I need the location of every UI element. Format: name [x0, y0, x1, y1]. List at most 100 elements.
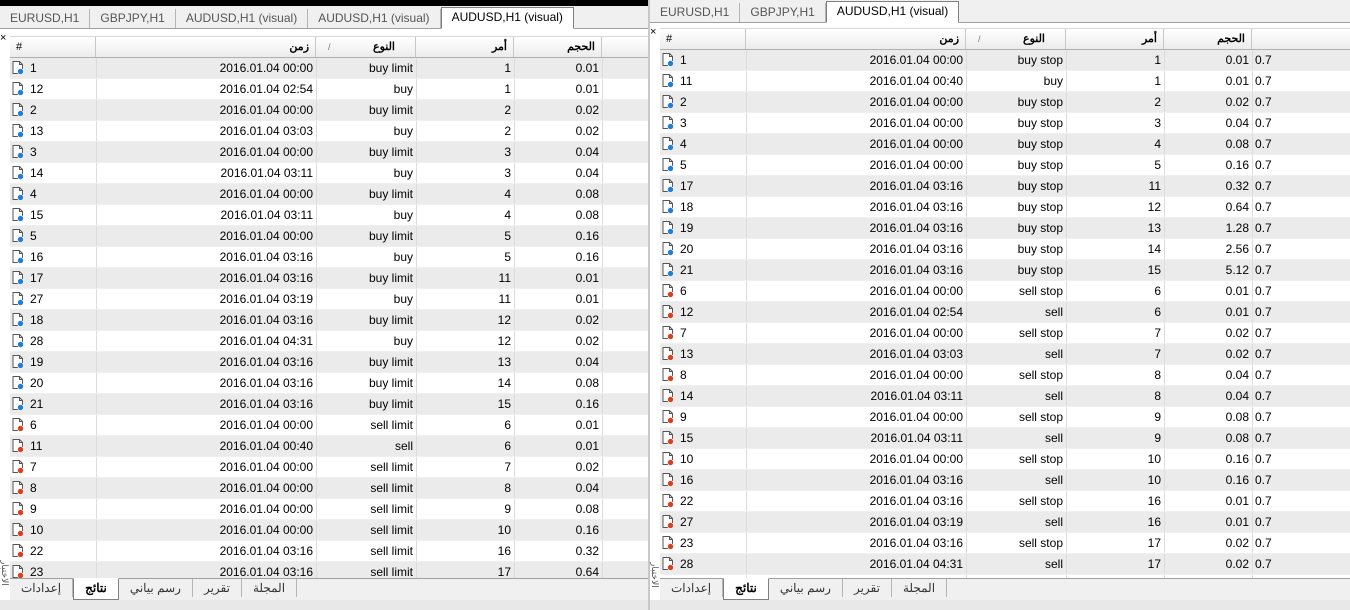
table-row[interactable]: 22 2016.01.04 03:16 sell stop 16 0.01 0.7 — [660, 491, 1350, 512]
tab-report[interactable]: تقرير — [193, 579, 242, 597]
tab-settings[interactable]: إعدادات — [10, 579, 74, 597]
table-row[interactable]: 6 2016.01.04 00:00 sell stop 6 0.01 0.7 — [660, 281, 1350, 302]
table-row[interactable]: 20 2016.01.04 03:16 buy limit 14 0.08 — [10, 373, 648, 394]
table-row[interactable]: 17 2016.01.04 03:16 buy limit 11 0.01 — [10, 268, 648, 289]
table-row[interactable]: 28 2016.01.04 04:31 sell 17 0.02 0.7 — [660, 554, 1350, 575]
tab-graph[interactable]: رسم بياني — [769, 579, 843, 597]
table-row[interactable]: 12 2016.01.04 02:54 sell 6 0.01 0.7 — [660, 302, 1350, 323]
table-row[interactable]: 15 2016.01.04 03:11 buy 4 0.08 — [10, 205, 648, 226]
table-row[interactable]: 19 2016.01.04 03:16 buy stop 13 1.28 0.7 — [660, 218, 1350, 239]
table-row[interactable]: 18 2016.01.04 03:16 buy stop 12 0.64 0.7 — [660, 197, 1350, 218]
table-row[interactable]: 11 2016.01.04 00:40 sell 6 0.01 — [10, 436, 648, 457]
tab-settings[interactable]: إعدادات — [660, 579, 724, 597]
cell-id: 3 — [660, 113, 747, 133]
table-row[interactable]: 8 2016.01.04 00:00 sell stop 8 0.04 0.7 — [660, 365, 1350, 386]
header-volume[interactable]: الحجم — [1164, 29, 1252, 49]
order-id: 19 — [680, 221, 694, 235]
table-row[interactable]: 21 2016.01.04 03:16 buy stop 15 5.12 0.7 — [660, 260, 1350, 281]
chart-tab-gbpjpy[interactable]: GBPJPY,H1 — [740, 3, 826, 22]
header-time[interactable]: زمن — [746, 29, 966, 49]
cell-order: 10 — [417, 520, 515, 540]
table-row[interactable]: 9 2016.01.04 00:00 sell limit 9 0.08 — [10, 499, 648, 520]
table-row[interactable]: 3 2016.01.04 00:00 buy limit 3 0.04 — [10, 142, 648, 163]
tab-results[interactable]: نتائج — [723, 578, 769, 600]
table-row[interactable]: 23 2016.01.04 03:16 sell limit 17 0.64 — [10, 562, 648, 578]
tab-results[interactable]: نتائج — [73, 578, 119, 600]
table-row[interactable]: 5 2016.01.04 00:00 buy limit 5 0.16 — [10, 226, 648, 247]
tab-graph[interactable]: رسم بياني — [119, 579, 193, 597]
header-price[interactable] — [602, 37, 648, 57]
table-row[interactable]: 10 2016.01.04 00:00 sell stop 10 0.16 0.7 — [660, 449, 1350, 470]
table-row[interactable]: 1 2016.01.04 00:00 buy stop 1 0.01 0.7 — [660, 50, 1350, 71]
table-row[interactable]: 28 2016.01.04 04:31 buy 12 0.02 — [10, 331, 648, 352]
table-row[interactable]: 3 2016.01.04 00:00 buy stop 3 0.04 0.7 — [660, 113, 1350, 134]
cell-type: buy — [317, 247, 417, 267]
tab-journal[interactable]: المجلة — [242, 579, 298, 597]
table-row[interactable]: 4 2016.01.04 00:00 buy stop 4 0.08 0.7 — [660, 134, 1350, 155]
table-row[interactable]: 27 2016.01.04 03:19 buy 11 0.01 — [10, 289, 648, 310]
header-id[interactable]: # — [660, 29, 746, 49]
table-row[interactable]: 27 2016.01.04 03:19 sell 16 0.01 0.7 — [660, 512, 1350, 533]
chart-tab-audusd-visual-active[interactable]: AUDUSD,H1 (visual) — [440, 7, 574, 29]
table-row[interactable]: 8 2016.01.04 00:00 sell limit 8 0.04 — [10, 478, 648, 499]
table-row[interactable]: 16 2016.01.04 03:16 sell 10 0.16 0.7 — [660, 470, 1350, 491]
chart-tab-eurusd[interactable]: EURUSD,H1 — [650, 3, 741, 22]
table-row[interactable]: 5 2016.01.04 00:00 buy stop 5 0.16 0.7 — [660, 155, 1350, 176]
table-row[interactable]: 17 2016.01.04 03:16 buy stop 11 0.32 0.7 — [660, 176, 1350, 197]
cell-volume: 0.08 — [515, 373, 603, 393]
header-id[interactable]: # — [10, 37, 96, 57]
table-row[interactable]: 1 2016.01.04 00:00 buy limit 1 0.01 — [10, 58, 648, 79]
table-row[interactable]: 18 2016.01.04 03:16 buy limit 12 0.02 — [10, 310, 648, 331]
close-icon[interactable]: × — [650, 27, 658, 38]
table-row[interactable]: 12 2016.01.04 02:54 buy 1 0.01 — [10, 79, 648, 100]
table-row[interactable]: 4 2016.01.04 00:00 buy limit 4 0.08 — [10, 184, 648, 205]
cell-id: 21 — [660, 260, 747, 280]
table-row[interactable]: 22 2016.01.04 03:16 sell limit 16 0.32 — [10, 541, 648, 562]
table-row[interactable]: 6 2016.01.04 00:00 sell limit 6 0.01 — [10, 415, 648, 436]
chart-tab-audusd-visual-active[interactable]: AUDUSD,H1 (visual) — [825, 1, 960, 23]
header-time[interactable]: زمن — [96, 37, 316, 57]
header-price[interactable] — [1252, 29, 1350, 49]
chart-tab-audusd-visual[interactable]: AUDUSD,H1 (visual) — [176, 9, 309, 28]
sell-order-document-icon — [662, 536, 674, 550]
cell-order: 2 — [417, 121, 515, 141]
header-type[interactable]: / النوع — [966, 29, 1066, 49]
chart-tab-audusd-visual[interactable]: AUDUSD,H1 (visual) — [308, 9, 441, 28]
cell-time: 2016.01.04 00:00 — [747, 281, 967, 301]
table-row[interactable]: 7 2016.01.04 00:00 sell stop 7 0.02 0.7 — [660, 323, 1350, 344]
cell-order: 10 — [1067, 470, 1165, 490]
table-row[interactable]: 9 2016.01.04 00:00 sell stop 9 0.08 0.7 — [660, 407, 1350, 428]
tab-report[interactable]: تقرير — [843, 579, 892, 597]
tab-journal[interactable]: المجلة — [892, 579, 948, 597]
header-order[interactable]: أمر — [1066, 29, 1164, 49]
close-icon[interactable]: × — [0, 33, 8, 44]
table-row[interactable]: 21 2016.01.04 03:16 buy limit 15 0.16 — [10, 394, 648, 415]
cell-time: 2016.01.04 03:11 — [97, 205, 317, 225]
table-row[interactable]: 10 2016.01.04 00:00 sell limit 10 0.16 — [10, 520, 648, 541]
table-row[interactable]: 15 2016.01.04 03:11 sell 9 0.08 0.7 — [660, 428, 1350, 449]
cell-price — [603, 247, 648, 267]
chart-tab-gbpjpy[interactable]: GBPJPY,H1 — [90, 9, 176, 28]
table-row[interactable]: 7 2016.01.04 00:00 sell limit 7 0.02 — [10, 457, 648, 478]
cell-time: 2016.01.04 03:16 — [747, 197, 967, 217]
table-row[interactable]: 2 2016.01.04 00:00 buy stop 2 0.02 0.7 — [660, 92, 1350, 113]
table-row[interactable]: 16 2016.01.04 03:16 buy 5 0.16 — [10, 247, 648, 268]
table-row[interactable]: 20 2016.01.04 03:16 buy stop 14 2.56 0.7 — [660, 239, 1350, 260]
order-id: 12 — [680, 305, 694, 319]
table-row[interactable]: 23 2016.01.04 03:16 sell stop 17 0.02 0.7 — [660, 533, 1350, 554]
header-order[interactable]: أمر — [416, 37, 514, 57]
table-row[interactable]: 14 2016.01.04 03:11 buy 3 0.04 — [10, 163, 648, 184]
cell-volume: 0.32 — [515, 541, 603, 561]
cell-price — [603, 79, 648, 99]
table-row[interactable]: 13 2016.01.04 03:03 buy 2 0.02 — [10, 121, 648, 142]
table-row[interactable]: 13 2016.01.04 03:03 sell 7 0.02 0.7 — [660, 344, 1350, 365]
table-row[interactable]: 19 2016.01.04 03:16 buy limit 13 0.04 — [10, 352, 648, 373]
cell-order: 14 — [1067, 239, 1165, 259]
header-type[interactable]: / النوع — [316, 37, 416, 57]
table-row[interactable]: 2 2016.01.04 00:00 buy limit 2 0.02 — [10, 100, 648, 121]
table-row[interactable]: 11 2016.01.04 00:40 buy 1 0.01 0.7 — [660, 71, 1350, 92]
header-volume[interactable]: الحجم — [514, 37, 602, 57]
sell-order-document-icon — [12, 460, 24, 474]
chart-tab-eurusd[interactable]: EURUSD,H1 — [0, 9, 91, 28]
table-row[interactable]: 14 2016.01.04 03:11 sell 8 0.04 0.7 — [660, 386, 1350, 407]
